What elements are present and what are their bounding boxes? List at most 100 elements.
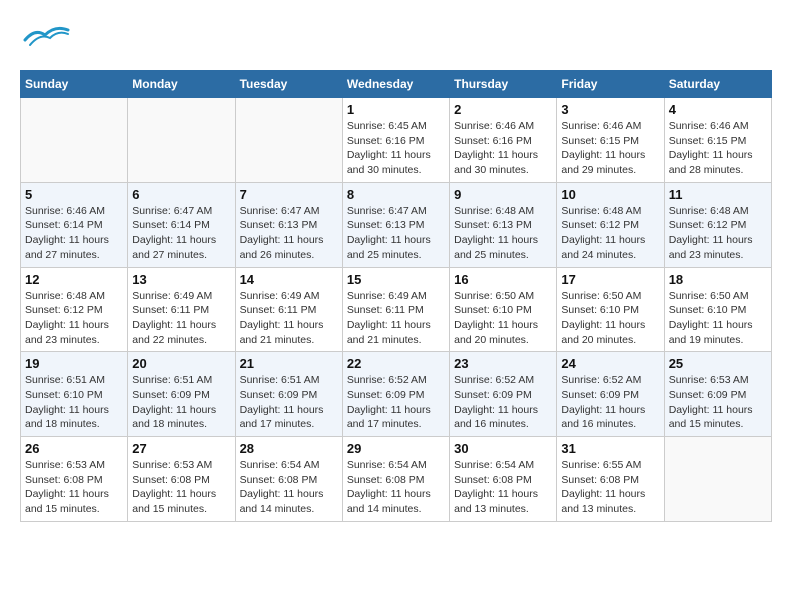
logo-icon [20,20,70,60]
calendar-table: SundayMondayTuesdayWednesdayThursdayFrid… [20,70,772,522]
calendar-cell: 2Sunrise: 6:46 AMSunset: 6:16 PMDaylight… [450,98,557,183]
calendar-cell: 22Sunrise: 6:52 AMSunset: 6:09 PMDayligh… [342,352,449,437]
day-info: Sunrise: 6:47 AMSunset: 6:13 PMDaylight:… [240,204,338,263]
day-info: Sunrise: 6:48 AMSunset: 6:12 PMDaylight:… [25,289,123,348]
day-info: Sunrise: 6:53 AMSunset: 6:08 PMDaylight:… [132,458,230,517]
day-number: 11 [669,187,767,202]
calendar-cell [21,98,128,183]
calendar-cell: 20 Sunrise: 6:51 AMSunset: 6:09 PMDayligh… [128,352,235,437]
day-info: Sunrise: 6:50 AMSunset: 6:10 PMDaylight:… [561,289,659,348]
day-info: Sunrise: 6:54 AMSunset: 6:08 PMDaylight:… [347,458,445,517]
day-number: 31 [561,441,659,456]
day-number: 28 [240,441,338,456]
day-number: 23 [454,356,552,371]
day-number: 15 [347,272,445,287]
day-number: 6 [132,187,230,202]
day-info: Sunrise: 6:49 AMSunset: 6:11 PMDaylight:… [132,289,230,348]
calendar-cell: 27 Sunrise: 6:53 AMSunset: 6:08 PMDayligh… [128,437,235,522]
calendar-cell: 30Sunrise: 6:54 AMSunset: 6:08 PMDayligh… [450,437,557,522]
calendar-cell: 12 Sunrise: 6:48 AMSunset: 6:12 PMDayligh… [21,267,128,352]
calendar-cell: 18 Sunrise: 6:50 AMSunset: 6:10 PMDayligh… [664,267,771,352]
calendar-cell: 16 Sunrise: 6:50 AMSunset: 6:10 PMDayligh… [450,267,557,352]
calendar-header: SundayMondayTuesdayWednesdayThursdayFrid… [21,71,772,98]
calendar-week-row: 19 Sunrise: 6:51 AMSunset: 6:10 PMDayligh… [21,352,772,437]
calendar-week-row: 12 Sunrise: 6:48 AMSunset: 6:12 PMDayligh… [21,267,772,352]
calendar-cell: 10 Sunrise: 6:48 AMSunset: 6:12 PMDayligh… [557,182,664,267]
calendar-cell: 13 Sunrise: 6:49 AMSunset: 6:11 PMDayligh… [128,267,235,352]
day-info: Sunrise: 6:49 AMSunset: 6:11 PMDaylight:… [347,289,445,348]
day-number: 25 [669,356,767,371]
weekday-header: Monday [128,71,235,98]
day-number: 27 [132,441,230,456]
day-number: 5 [25,187,123,202]
weekday-header: Saturday [664,71,771,98]
day-info: Sunrise: 6:52 AMSunset: 6:09 PMDaylight:… [454,373,552,432]
day-number: 30 [454,441,552,456]
page-header [20,20,772,60]
day-number: 9 [454,187,552,202]
calendar-cell: 28 Sunrise: 6:54 AMSunset: 6:08 PMDayligh… [235,437,342,522]
calendar-cell: 29Sunrise: 6:54 AMSunset: 6:08 PMDayligh… [342,437,449,522]
day-number: 16 [454,272,552,287]
day-number: 3 [561,102,659,117]
calendar-cell: 21 Sunrise: 6:51 AMSunset: 6:09 PMDayligh… [235,352,342,437]
calendar-cell [664,437,771,522]
day-info: Sunrise: 6:48 AMSunset: 6:12 PMDaylight:… [561,204,659,263]
day-number: 13 [132,272,230,287]
day-info: Sunrise: 6:55 AMSunset: 6:08 PMDaylight:… [561,458,659,517]
day-info: Sunrise: 6:50 AMSunset: 6:10 PMDaylight:… [454,289,552,348]
day-info: Sunrise: 6:46 AMSunset: 6:15 PMDaylight:… [561,119,659,178]
day-info: Sunrise: 6:50 AMSunset: 6:10 PMDaylight:… [669,289,767,348]
weekday-header: Friday [557,71,664,98]
calendar-cell: 3 Sunrise: 6:46 AMSunset: 6:15 PMDaylight… [557,98,664,183]
weekday-header: Thursday [450,71,557,98]
day-number: 18 [669,272,767,287]
calendar-cell: 4 Sunrise: 6:46 AMSunset: 6:15 PMDaylight… [664,98,771,183]
day-info: Sunrise: 6:46 AMSunset: 6:16 PMDaylight:… [454,119,552,178]
logo [20,20,76,60]
day-number: 4 [669,102,767,117]
calendar-cell: 24 Sunrise: 6:52 AMSunset: 6:09 PMDayligh… [557,352,664,437]
calendar-cell [235,98,342,183]
calendar-cell: 25Sunrise: 6:53 AMSunset: 6:09 PMDayligh… [664,352,771,437]
day-number: 17 [561,272,659,287]
calendar-cell: 17 Sunrise: 6:50 AMSunset: 6:10 PMDayligh… [557,267,664,352]
day-info: Sunrise: 6:51 AMSunset: 6:09 PMDaylight:… [240,373,338,432]
calendar-week-row: 5Sunrise: 6:46 AMSunset: 6:14 PMDaylight… [21,182,772,267]
day-number: 7 [240,187,338,202]
weekday-row: SundayMondayTuesdayWednesdayThursdayFrid… [21,71,772,98]
calendar-cell: 15 Sunrise: 6:49 AMSunset: 6:11 PMDayligh… [342,267,449,352]
calendar-cell: 14Sunrise: 6:49 AMSunset: 6:11 PMDayligh… [235,267,342,352]
day-info: Sunrise: 6:51 AMSunset: 6:09 PMDaylight:… [132,373,230,432]
day-info: Sunrise: 6:51 AMSunset: 6:10 PMDaylight:… [25,373,123,432]
day-info: Sunrise: 6:48 AMSunset: 6:12 PMDaylight:… [669,204,767,263]
weekday-header: Sunday [21,71,128,98]
calendar-body: 1 Sunrise: 6:45 AMSunset: 6:16 PMDaylight… [21,98,772,522]
day-number: 24 [561,356,659,371]
day-number: 22 [347,356,445,371]
day-number: 10 [561,187,659,202]
day-number: 14 [240,272,338,287]
day-number: 20 [132,356,230,371]
day-info: Sunrise: 6:48 AMSunset: 6:13 PMDaylight:… [454,204,552,263]
calendar-cell: 23 Sunrise: 6:52 AMSunset: 6:09 PMDayligh… [450,352,557,437]
calendar-cell: 26Sunrise: 6:53 AMSunset: 6:08 PMDayligh… [21,437,128,522]
weekday-header: Wednesday [342,71,449,98]
day-number: 26 [25,441,123,456]
day-number: 1 [347,102,445,117]
weekday-header: Tuesday [235,71,342,98]
day-number: 21 [240,356,338,371]
day-info: Sunrise: 6:46 AMSunset: 6:15 PMDaylight:… [669,119,767,178]
calendar-cell: 6Sunrise: 6:47 AMSunset: 6:14 PMDaylight… [128,182,235,267]
calendar-cell: 19 Sunrise: 6:51 AMSunset: 6:10 PMDayligh… [21,352,128,437]
calendar-cell: 5Sunrise: 6:46 AMSunset: 6:14 PMDaylight… [21,182,128,267]
day-info: Sunrise: 6:45 AMSunset: 6:16 PMDaylight:… [347,119,445,178]
day-number: 12 [25,272,123,287]
calendar-cell: 11 Sunrise: 6:48 AMSunset: 6:12 PMDayligh… [664,182,771,267]
day-info: Sunrise: 6:47 AMSunset: 6:13 PMDaylight:… [347,204,445,263]
calendar-week-row: 26 Sunrise: 6:53 AMSunset: 6:08 PMDayligh… [21,437,772,522]
day-number: 19 [25,356,123,371]
day-info: Sunrise: 6:52 AMSunset: 6:09 PMDaylight:… [561,373,659,432]
day-info: Sunrise: 6:54 AMSunset: 6:08 PMDaylight:… [240,458,338,517]
day-number: 8 [347,187,445,202]
